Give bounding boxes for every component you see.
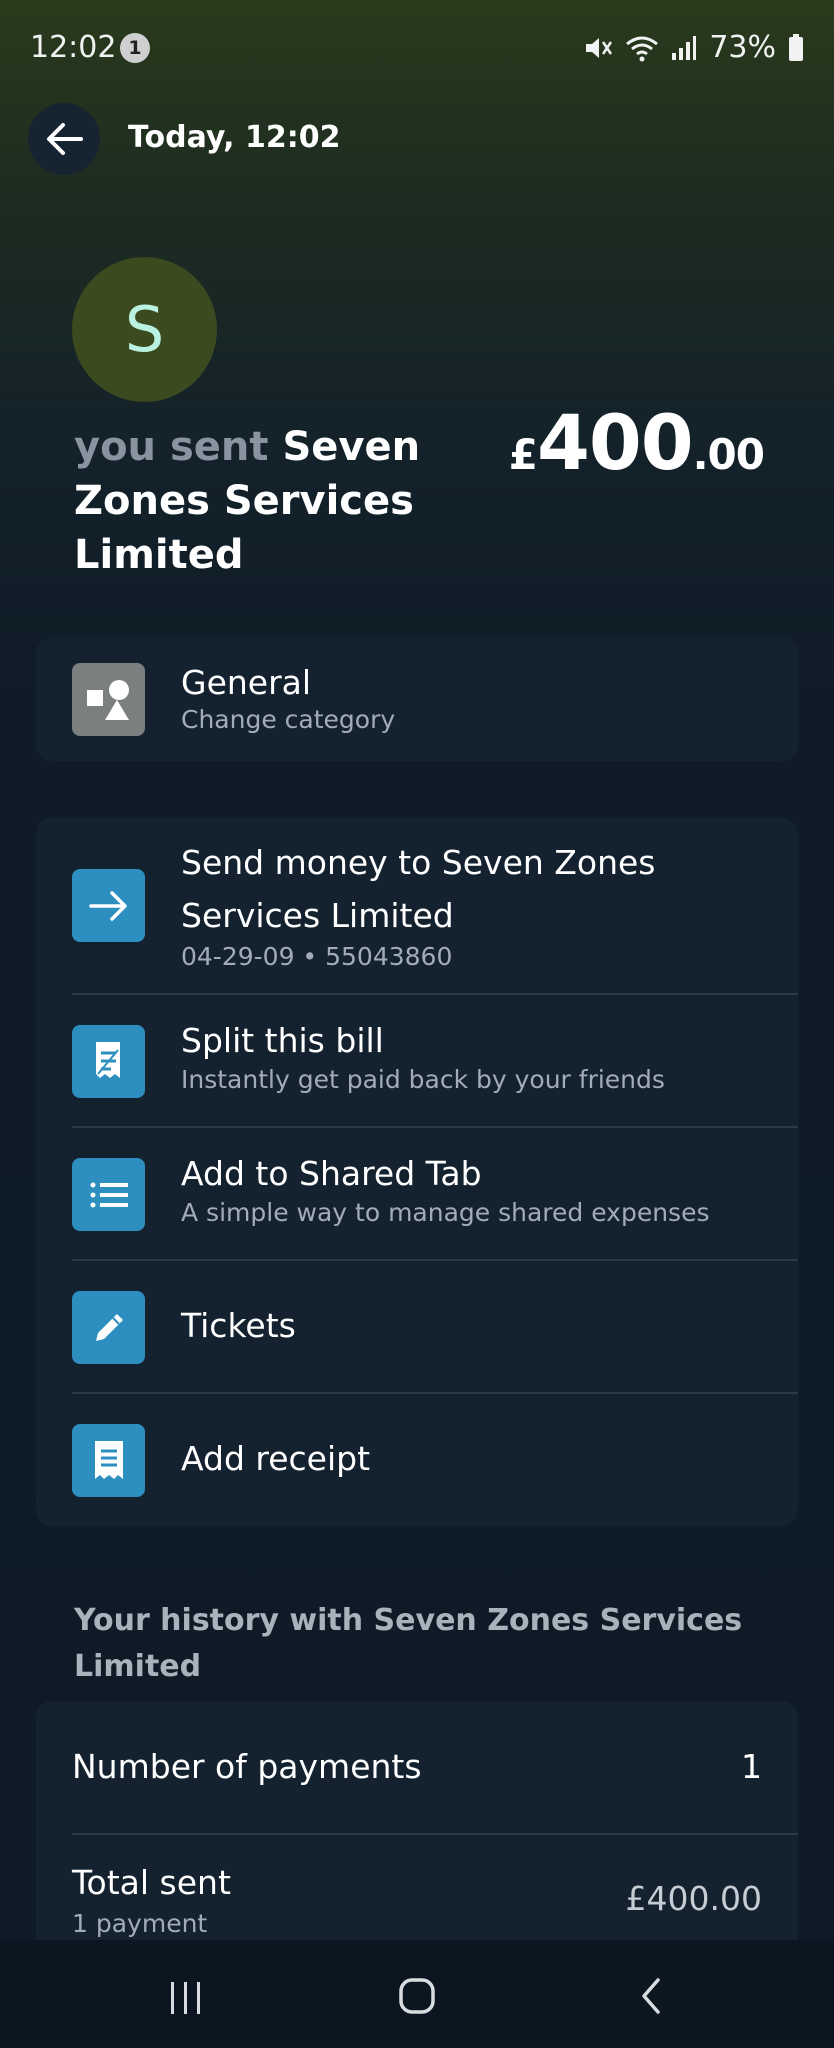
shared-tab-subtitle: A simple way to manage shared expenses [181, 1198, 710, 1227]
status-time: 12:02 [30, 30, 117, 65]
category-card[interactable]: General Change category [36, 637, 798, 761]
payments-count-value: 1 [741, 1747, 762, 1786]
back-button[interactable] [28, 103, 100, 175]
category-icon [72, 663, 145, 736]
pencil-icon [72, 1291, 145, 1364]
tickets-title: Tickets [181, 1306, 296, 1345]
payments-count-label: Number of payments [72, 1747, 422, 1786]
mute-icon [583, 34, 613, 62]
total-sent-label: Total sent [72, 1863, 231, 1902]
system-back-button[interactable] [636, 1976, 666, 2016]
total-sent-value: £400.00 [625, 1879, 762, 1918]
divider [72, 1833, 798, 1835]
split-bill-row[interactable]: Split this bill Instantly get paid back … [36, 995, 798, 1127]
page-title: Today, 12:02 [128, 120, 341, 155]
list-icon [72, 1158, 145, 1231]
wifi-icon [625, 34, 659, 62]
avatar: S [72, 257, 217, 402]
system-nav-bar [0, 1940, 834, 2048]
tickets-row[interactable]: Tickets [36, 1261, 798, 1393]
category-title: General [181, 663, 312, 702]
avatar-letter: S [124, 293, 165, 366]
notification-badge: 1 [120, 33, 150, 63]
shared-tab-row[interactable]: Add to Shared Tab A simple way to manage… [36, 1128, 798, 1260]
home-icon [399, 1978, 435, 2014]
history-title: Your history with Seven Zones Services L… [74, 1603, 743, 1684]
sent-prefix: you sent [74, 424, 269, 470]
shared-tab-title: Add to Shared Tab [181, 1154, 482, 1193]
home-button[interactable] [397, 1976, 437, 2016]
send-money-account: 04-29-09 • 55043860 [181, 942, 453, 971]
battery-percent: 73% [709, 30, 776, 65]
category-subtitle: Change category [181, 705, 396, 734]
total-sent-sub: 1 payment [72, 1909, 208, 1938]
send-money-row[interactable]: Send money to Seven Zones Services Limit… [36, 818, 798, 994]
add-receipt-title: Add receipt [181, 1439, 371, 1478]
amount-currency: £ [508, 430, 538, 479]
transaction-title: you sent Seven Zones Services Limited [74, 420, 444, 582]
arrow-right-icon [72, 869, 145, 942]
split-bill-subtitle: Instantly get paid back by your friends [181, 1065, 665, 1094]
amount-major: 400 [536, 398, 694, 487]
status-icons: 73% [583, 30, 804, 65]
chevron-left-icon [642, 1978, 660, 2014]
transaction-amount: £400.00 [508, 398, 765, 487]
add-receipt-row[interactable]: Add receipt [36, 1394, 798, 1526]
recent-apps-icon [171, 1982, 200, 2014]
signal-icon [671, 35, 697, 61]
amount-minor: .00 [692, 430, 765, 479]
arrow-left-icon [47, 123, 83, 155]
receipt-icon [72, 1424, 145, 1497]
split-bill-title: Split this bill [181, 1021, 384, 1060]
actions-card: Send money to Seven Zones Services Limit… [36, 818, 798, 1526]
split-bill-icon [72, 1025, 145, 1098]
send-money-title: Send money to Seven Zones Services Limit… [181, 843, 656, 935]
recent-apps-button[interactable] [168, 1978, 204, 2018]
battery-icon [788, 33, 804, 62]
